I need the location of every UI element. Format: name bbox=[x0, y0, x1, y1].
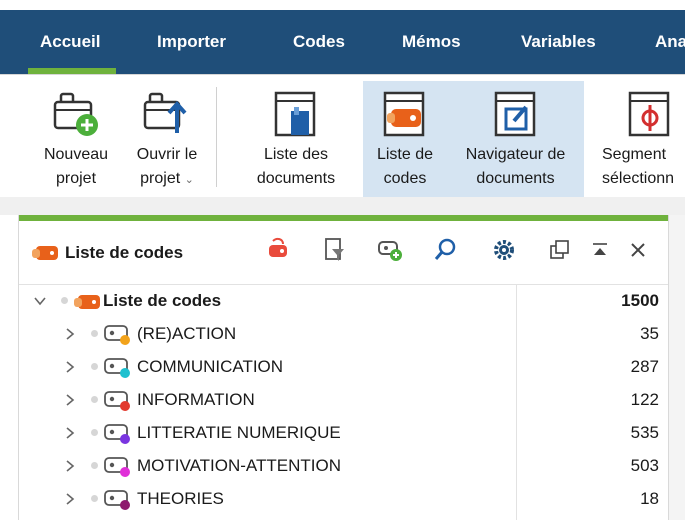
ribbon-separator bbox=[216, 87, 217, 187]
right-panel-edge bbox=[668, 215, 685, 520]
filter-icon[interactable] bbox=[319, 235, 349, 265]
document-list-label-1: Liste des bbox=[263, 146, 329, 163]
new-project-label-1: Nouveau bbox=[43, 146, 109, 163]
code-icon bbox=[104, 358, 130, 378]
close-icon[interactable] bbox=[623, 235, 653, 265]
open-project-button[interactable]: Ouvrir le projet ⌄ bbox=[124, 85, 210, 197]
document-list-button[interactable]: Liste des documents bbox=[240, 85, 352, 197]
chevron-right-icon[interactable] bbox=[63, 327, 77, 341]
code-icon bbox=[104, 391, 130, 411]
status-dot bbox=[61, 297, 68, 304]
tab-codes[interactable]: Codes bbox=[293, 10, 345, 74]
ribbon-accueil: Nouveau projet Ouvrir le projet ⌄ Liste … bbox=[0, 75, 685, 197]
chevron-right-icon[interactable] bbox=[63, 492, 77, 506]
selected-segments-button[interactable]: Segment sélectionn bbox=[598, 85, 685, 197]
code-name: THEORIES bbox=[137, 489, 224, 508]
new-project-icon bbox=[53, 92, 98, 136]
open-project-label-1: Ouvrir le bbox=[136, 146, 198, 163]
code-list-icon bbox=[32, 246, 58, 260]
tab-analyses[interactable]: Ana bbox=[655, 10, 685, 74]
panel-header: Liste de codes bbox=[19, 221, 669, 285]
code-icon bbox=[104, 424, 130, 444]
code-row[interactable]: THEORIES 18 bbox=[19, 483, 669, 516]
tab-variables[interactable]: Variables bbox=[521, 10, 596, 74]
undock-window-icon[interactable] bbox=[545, 235, 575, 265]
code-count: 287 bbox=[630, 357, 659, 376]
chevron-down-icon[interactable]: ⌄ bbox=[185, 174, 194, 186]
code-count: 35 bbox=[640, 324, 659, 343]
status-dot bbox=[91, 429, 98, 436]
open-project-label-2: projet bbox=[140, 170, 181, 187]
code-icon bbox=[104, 457, 130, 477]
code-list-icon bbox=[74, 295, 100, 309]
code-list-button[interactable]: Liste de codes bbox=[363, 81, 447, 197]
code-name: MOTIVATION-ATTENTION bbox=[137, 456, 341, 475]
code-row[interactable]: LITTERATIE NUMERIQUE 535 bbox=[19, 417, 669, 450]
chevron-right-icon[interactable] bbox=[63, 360, 77, 374]
code-name: COMMUNICATION bbox=[137, 357, 284, 376]
code-tree: Liste de codes 1500 (RE)ACTION 35 COMMUN… bbox=[19, 285, 669, 516]
selected-segments-icon bbox=[628, 91, 670, 137]
new-project-label-2: projet bbox=[55, 170, 97, 187]
status-dot bbox=[91, 462, 98, 469]
code-name: LITTERATIE NUMERIQUE bbox=[137, 423, 341, 442]
gear-icon[interactable] bbox=[489, 235, 519, 265]
code-row[interactable]: INFORMATION 122 bbox=[19, 384, 669, 417]
status-dot bbox=[91, 363, 98, 370]
new-project-button[interactable]: Nouveau projet bbox=[30, 85, 122, 197]
selected-segments-label-2: sélectionn bbox=[602, 170, 675, 187]
code-name: INFORMATION bbox=[137, 390, 255, 409]
document-list-icon bbox=[274, 91, 316, 137]
tab-importer[interactable]: Importer bbox=[157, 10, 226, 74]
document-navigator-label-1: Navigateur de bbox=[465, 146, 566, 163]
code-row[interactable]: COMMUNICATION 287 bbox=[19, 351, 669, 384]
code-icon bbox=[104, 325, 130, 345]
new-code-icon[interactable] bbox=[263, 235, 293, 265]
tab-accueil[interactable]: Accueil bbox=[27, 10, 118, 74]
code-row[interactable]: (RE)ACTION 35 bbox=[19, 318, 669, 351]
status-dot bbox=[91, 330, 98, 337]
search-icon[interactable] bbox=[431, 235, 461, 265]
code-list-icon bbox=[383, 91, 425, 137]
open-project-icon bbox=[143, 92, 187, 133]
code-list-label-2: codes bbox=[383, 170, 427, 187]
document-navigator-label-2: documents bbox=[476, 170, 555, 187]
chevron-right-icon[interactable] bbox=[63, 459, 77, 473]
code-count: 535 bbox=[630, 423, 659, 442]
code-rows: (RE)ACTION 35 COMMUNICATION 287 INFORMAT… bbox=[19, 318, 669, 516]
code-count: 503 bbox=[630, 456, 659, 475]
code-icon bbox=[104, 490, 130, 510]
code-list-label-1: Liste de bbox=[376, 146, 434, 163]
collapse-panel-icon[interactable] bbox=[585, 235, 615, 265]
selected-segments-label-1: Segment bbox=[602, 146, 667, 163]
status-dot bbox=[91, 495, 98, 502]
document-list-label-2: documents bbox=[256, 170, 336, 187]
chevron-right-icon[interactable] bbox=[63, 393, 77, 407]
code-row[interactable]: MOTIVATION-ATTENTION 503 bbox=[19, 450, 669, 483]
chevron-down-icon[interactable] bbox=[33, 294, 47, 308]
code-count: 18 bbox=[640, 489, 659, 508]
code-name: Liste de codes bbox=[103, 291, 222, 310]
status-dot bbox=[91, 396, 98, 403]
document-navigator-icon bbox=[494, 91, 535, 137]
code-count: 122 bbox=[630, 390, 659, 409]
chevron-right-icon[interactable] bbox=[63, 426, 77, 440]
panel-title: Liste de codes bbox=[65, 243, 184, 262]
code-name: (RE)ACTION bbox=[137, 324, 237, 343]
ribbon-tab-bar: Accueil Importer Codes Mémos Variables A… bbox=[0, 10, 685, 74]
code-tree-root[interactable]: Liste de codes 1500 bbox=[19, 285, 669, 318]
tab-memos[interactable]: Mémos bbox=[402, 10, 461, 74]
code-count: 1500 bbox=[621, 291, 659, 310]
code-list-panel: Liste de codes Liste de codes 1500 (RE)A… bbox=[18, 215, 669, 520]
document-navigator-button[interactable]: Navigateur de documents bbox=[447, 81, 584, 197]
workspace-background bbox=[0, 197, 685, 215]
add-code-icon[interactable] bbox=[375, 235, 405, 265]
